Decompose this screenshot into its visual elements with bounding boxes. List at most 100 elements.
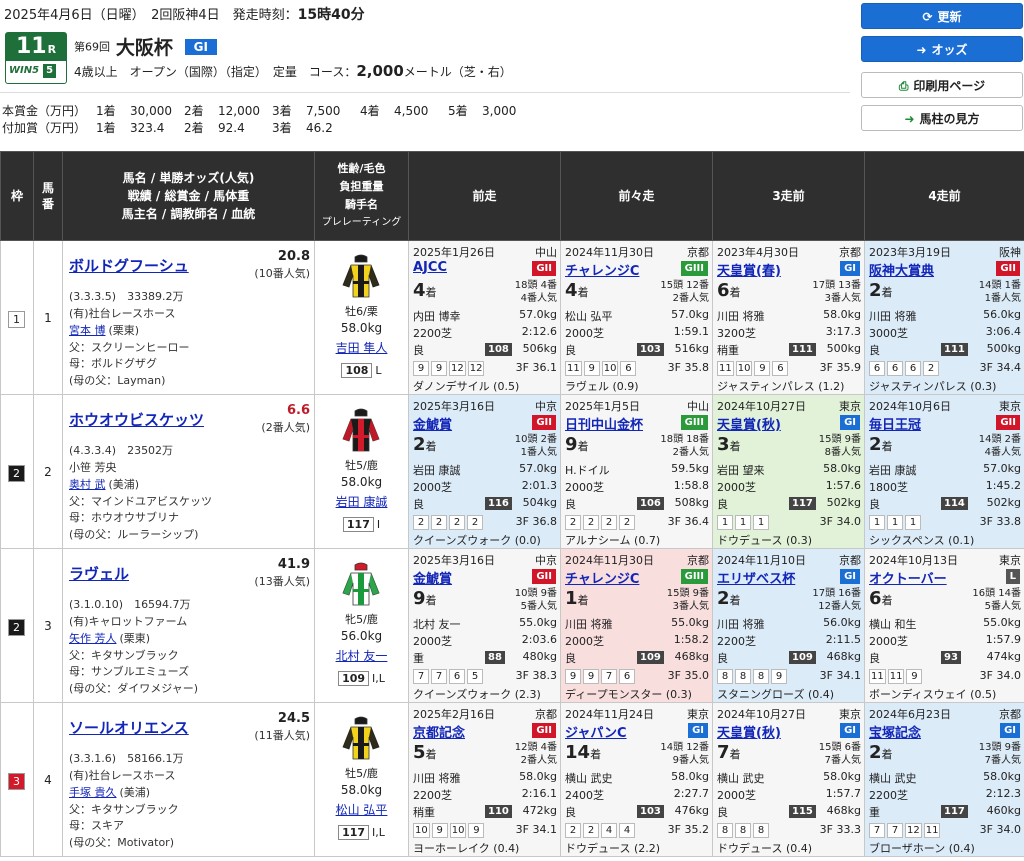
race-name-link[interactable]: 宝塚記念 bbox=[869, 722, 921, 741]
passing-position: 7 bbox=[431, 669, 447, 684]
passing-positions: 6662 bbox=[869, 361, 941, 376]
race-name-link[interactable]: 日刊中山金杯 bbox=[565, 414, 643, 433]
passing-position: 8 bbox=[735, 823, 751, 838]
speed-index: 117 bbox=[789, 497, 816, 510]
jockey-weight: 57.0kg bbox=[519, 462, 557, 475]
race-name-link[interactable]: ジャパンC bbox=[565, 722, 627, 741]
refresh-button[interactable]: ⟳ 更新 bbox=[861, 3, 1023, 29]
race-name-link[interactable]: 天皇賞(春) bbox=[717, 260, 781, 279]
venue: 京都 bbox=[999, 708, 1021, 721]
race-conditions: 4歳以上 オープン（国際）（指定） 定量 コース：2,000メートル（芝・右） bbox=[74, 62, 512, 80]
passing-position: 7 bbox=[413, 669, 429, 684]
jockey-name: 川田 将雅 bbox=[717, 618, 765, 631]
speed-index: 108 bbox=[485, 343, 512, 356]
race-date: 2025年4月6日（日曜） 2回阪神4日 発走時刻：15時40分 bbox=[4, 7, 365, 23]
passing-position: 9 bbox=[431, 823, 448, 838]
print-page-button[interactable]: ⎙ 印刷用ページ bbox=[861, 72, 1023, 98]
jockey-name: H.ドイル bbox=[565, 464, 610, 477]
grade-badge: GI bbox=[840, 261, 860, 276]
jockey-link[interactable]: 岩田 康誠 bbox=[316, 493, 408, 510]
odds-button[interactable]: ➜ オッズ bbox=[861, 36, 1023, 62]
dam: 母：ホウオウサブリナ bbox=[69, 511, 179, 524]
carried-weight: 58.0kg bbox=[340, 475, 383, 489]
body-weight: 504kg bbox=[522, 496, 557, 509]
passing-position: 2 bbox=[583, 515, 599, 530]
passing-position: 8 bbox=[735, 669, 751, 684]
course: 2000芝 bbox=[717, 481, 756, 494]
jockey-weight: 56.0kg bbox=[983, 308, 1021, 321]
passing-position: 7 bbox=[601, 669, 617, 684]
race-name-link[interactable]: 天皇賞(秋) bbox=[717, 722, 781, 741]
sex-age-color: 牡6/栗 bbox=[345, 305, 378, 318]
race-date: 2025年3月16日 bbox=[413, 554, 495, 567]
horse-row: 2 3 ラヴェル 41.9 (13番人気) (3.1.0.10) 16594.7万 (有)キ… bbox=[0, 548, 1024, 703]
passing-position: 12 bbox=[449, 361, 466, 376]
race-date: 2025年1月5日 bbox=[565, 400, 640, 413]
guide-button[interactable]: ➜ 馬柱の見方 bbox=[861, 105, 1023, 131]
winner-name: アルナシーム (0.7) bbox=[565, 534, 661, 547]
jockey-link[interactable]: 松山 弘平 bbox=[316, 801, 408, 818]
race-name-link[interactable]: 京都記念 bbox=[413, 722, 465, 741]
race-name-link[interactable]: 金鯱賞 bbox=[413, 414, 452, 433]
rank-suffix: 着 bbox=[729, 594, 741, 607]
finish-position: 2着 bbox=[717, 588, 741, 609]
race-name-link[interactable]: 毎日王冠 bbox=[869, 414, 921, 433]
entry-table: 枠 馬番 馬名 / 単勝オッズ(人気) 戦績 / 総賞金 / 馬体重 馬主名 / 調… bbox=[0, 151, 1024, 857]
passing-position: 6 bbox=[772, 361, 789, 376]
col-waku: 枠 bbox=[0, 151, 34, 241]
race-name-link[interactable]: チャレンジC bbox=[565, 568, 639, 587]
pre-rating: 117 I,L bbox=[316, 825, 408, 840]
rank-number: 3 bbox=[717, 434, 730, 455]
win-odds: 41.9 bbox=[277, 557, 310, 572]
col-umaban: 馬番 bbox=[33, 151, 63, 241]
prize-place: 2着 bbox=[184, 104, 204, 118]
jockey-link[interactable]: 吉田 隼人 bbox=[316, 339, 408, 356]
race-date: 2024年10月6日 bbox=[869, 400, 951, 413]
race-name-link[interactable]: 阪神大賞典 bbox=[869, 260, 934, 279]
trainer-link[interactable]: 手塚 貴久 bbox=[69, 786, 117, 799]
speed-index: 115 bbox=[789, 805, 816, 818]
race-record: (4.3.3.4) 23502万 bbox=[69, 444, 174, 457]
sire: 父：スクリーンヒーロー bbox=[69, 341, 190, 354]
course: 2000芝 bbox=[565, 635, 604, 648]
race-name-link[interactable]: AJCC bbox=[413, 260, 447, 275]
venue: 東京 bbox=[839, 708, 861, 721]
popularity: 12番人気 bbox=[818, 601, 861, 612]
rank-suffix: 着 bbox=[590, 748, 602, 761]
race-name-link[interactable]: エリザベス杯 bbox=[717, 568, 795, 587]
passing-positions: 7765 bbox=[413, 669, 485, 684]
trainer-link[interactable]: 矢作 芳人 bbox=[69, 632, 117, 645]
trainer-link[interactable]: 宮本 博 bbox=[69, 324, 106, 337]
horse-name-link[interactable]: ボルドグフーシュ bbox=[69, 255, 189, 276]
jockey-link[interactable]: 北村 友一 bbox=[316, 647, 408, 664]
col-jockey: 性齢/毛色 負担重量 騎手名 プレレーティング bbox=[314, 151, 409, 241]
prize-place: 3着 bbox=[272, 104, 292, 118]
horse-name-link[interactable]: ホウオウビスケッツ bbox=[69, 409, 204, 430]
past-race-cell: 2023年3月19日 阪神 阪神大賞典 GII 2着 14頭 1番 1番人気 川田 将雅 56.… bbox=[864, 240, 1024, 395]
race-name-link[interactable]: オクトーバー bbox=[869, 568, 947, 587]
prize-amount: 46.2 bbox=[306, 121, 333, 135]
race-name-link[interactable]: チャレンジC bbox=[565, 260, 639, 279]
jockey-weight: 55.0kg bbox=[983, 616, 1021, 629]
horse-name-link[interactable]: ソールオリエンス bbox=[69, 717, 189, 738]
past-race-cell: 2023年4月30日 京都 天皇賞(春) GI 6着 17頭 13番 3番人気 川田 将雅 58… bbox=[712, 240, 865, 395]
race-name-link[interactable]: 天皇賞(秋) bbox=[717, 414, 781, 433]
jockey-cell: 牡6/栗 58.0kg 吉田 隼人 108 L bbox=[314, 240, 409, 395]
prize-place: 3着 bbox=[272, 121, 292, 135]
winner-name: ディープモンスター (0.3) bbox=[565, 688, 692, 701]
race-name-link[interactable]: 金鯱賞 bbox=[413, 568, 452, 587]
prize-amount: 323.4 bbox=[130, 121, 165, 135]
popularity: 4番人気 bbox=[520, 293, 557, 304]
prize-amount: 4,500 bbox=[394, 104, 429, 118]
waku-badge: 2 bbox=[8, 619, 25, 636]
trainer-link[interactable]: 奥村 武 bbox=[69, 478, 106, 491]
jockey-silk-icon bbox=[342, 562, 380, 606]
passing-position: 9 bbox=[431, 361, 447, 376]
passing-position: 11 bbox=[923, 823, 941, 838]
field-size: 15頭 6番 bbox=[818, 742, 861, 753]
field-size: 12頭 4番 bbox=[514, 742, 557, 753]
field-info: 15頭 12番 2番人気 bbox=[660, 279, 709, 305]
jockey-weight: 58.0kg bbox=[671, 770, 709, 783]
horse-name-link[interactable]: ラヴェル bbox=[69, 563, 129, 584]
field-info: 15頭 6番 7番人気 bbox=[819, 741, 861, 767]
